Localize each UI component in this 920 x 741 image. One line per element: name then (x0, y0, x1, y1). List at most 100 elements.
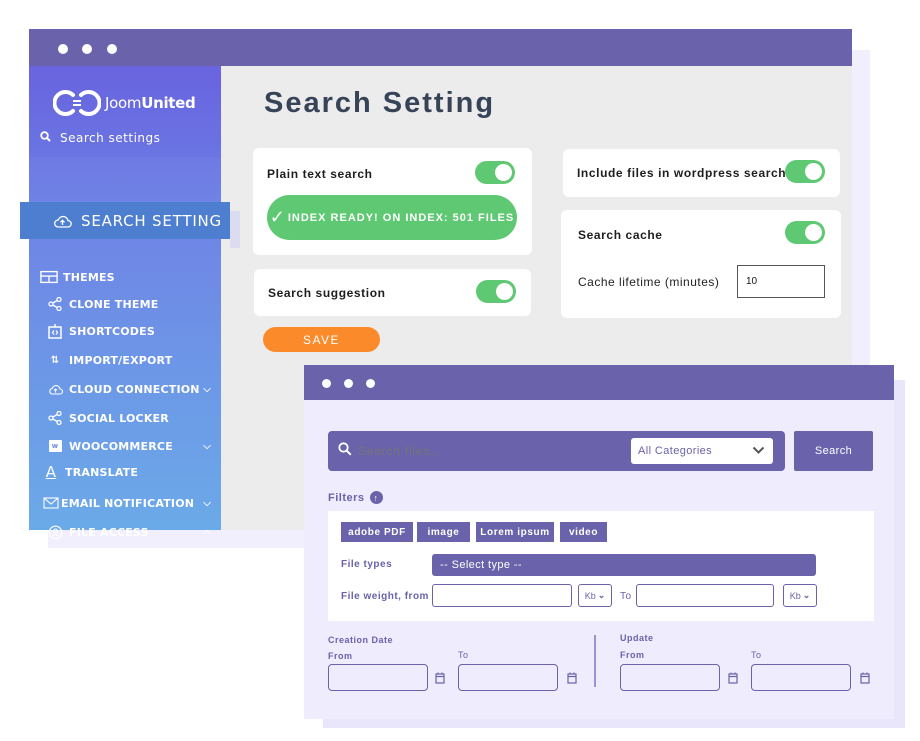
search-icon (40, 131, 51, 145)
sidebar-item-label: WOOCOMMERCE (69, 439, 173, 453)
share-icon (46, 411, 64, 425)
file-weight-from-unit[interactable]: Kb ⌄ (578, 584, 612, 607)
chevron-up-icon: ⌵ (203, 526, 211, 538)
joomunited-logo-icon (53, 90, 101, 116)
filter-panel: adobe PDF image Lorem ipsum video File t… (328, 511, 874, 621)
calendar-icon[interactable] (860, 671, 870, 689)
chevron-down-icon: ⌄ (597, 590, 606, 600)
calendar-icon[interactable] (435, 671, 445, 689)
file-types-select[interactable]: -- Select type -- (432, 554, 816, 576)
envelope-icon (42, 497, 60, 509)
sidebar-item-themes[interactable]: THEMES (29, 266, 221, 288)
file-weight-label: File weight, from (341, 591, 429, 602)
sidebar-item-cloud-connection[interactable]: CLOUD CONNECTION ⌵ (29, 378, 221, 400)
file-weight-from-input[interactable] (432, 584, 572, 607)
shortcode-icon (46, 323, 64, 339)
window-dot (344, 379, 353, 388)
save-button[interactable]: SAVE (263, 327, 380, 352)
settings-search-placeholder: Search settings (60, 131, 161, 145)
sidebar-item-label: IMPORT/EXPORT (69, 353, 173, 367)
brand-name-bold: United (141, 94, 196, 112)
cache-lifetime-input[interactable] (737, 265, 825, 298)
update-date-to-input[interactable] (751, 664, 851, 691)
search-suggestion-toggle[interactable] (476, 280, 516, 303)
sidebar-item-label: SEARCH SETTING (81, 211, 222, 230)
search-window: All Categories Search Filters ↑ adobe PD… (304, 365, 894, 719)
file-weight-to-input[interactable] (636, 584, 774, 607)
creation-date-to-input[interactable] (458, 664, 558, 691)
sidebar-item-label: THEMES (63, 270, 115, 284)
creation-date-from-label: From (328, 651, 353, 661)
search-cache-toggle[interactable] (785, 221, 825, 244)
sidebar-item-shortcodes[interactable]: SHORTCODES (29, 320, 221, 342)
include-wp-search-card: Include files in wordpress search (563, 149, 840, 197)
search-cache-label: Search cache (578, 228, 663, 242)
translate-icon: A (45, 463, 57, 481)
search-cache-card: Search cache Cache lifetime (minutes) (561, 210, 841, 318)
search-button[interactable]: Search (794, 431, 873, 471)
sidebar-item-woocommerce[interactable]: w WOOCOMMERCE ⌵ (29, 435, 221, 457)
settings-search[interactable]: Search settings (40, 131, 160, 145)
sidebar-item-social-locker[interactable]: SOCIAL LOCKER (29, 407, 221, 429)
creation-date-from-input[interactable] (328, 664, 428, 691)
filter-tag[interactable]: Lorem ipsum (476, 522, 554, 542)
filters-toggle[interactable]: Filters ↑ (328, 491, 383, 504)
window-dot (366, 379, 375, 388)
unit-value: Kb (789, 590, 801, 601)
brand-logo: JoomUnited (53, 86, 196, 120)
file-search-input[interactable] (358, 441, 618, 461)
sidebar-item-file-access[interactable]: FILE ACCESS ⌵ (29, 521, 221, 543)
file-search-bar: All Categories (328, 431, 785, 471)
include-wp-search-toggle[interactable] (785, 160, 825, 183)
import-export-icon: ⇅ (50, 354, 60, 366)
calendar-icon[interactable] (567, 671, 577, 689)
calendar-icon[interactable] (728, 671, 738, 689)
brand-name-light: Joom (105, 94, 142, 112)
search-suggestion-card: Search suggestion (254, 269, 531, 316)
include-wp-search-label: Include files in wordpress search (577, 166, 787, 180)
sidebar-item-search-setting[interactable]: SEARCH SETTING (20, 202, 230, 239)
window-dot (58, 44, 68, 54)
creation-date-title: Creation Date (328, 635, 394, 645)
file-weight-to-unit[interactable]: Kb ⌄ (783, 584, 817, 607)
layout-icon (40, 270, 58, 284)
update-date-from-input[interactable] (620, 664, 720, 691)
sidebar-item-clone-theme[interactable]: CLONE THEME (29, 293, 221, 315)
sidebar: JoomUnited Search settings MAIN SETTING … (29, 66, 221, 539)
search-icon (338, 442, 352, 461)
plain-text-search-card: Plain text search ✓ INDEX READY! ON INDE… (253, 148, 532, 255)
plain-text-search-toggle[interactable] (475, 161, 515, 184)
window-dot (107, 44, 117, 54)
unit-value: Kb (584, 590, 596, 601)
chevron-down-icon: ⌵ (203, 383, 211, 395)
window-dot (322, 379, 331, 388)
window-dot (82, 44, 92, 54)
chevron-down-icon (752, 443, 765, 460)
index-status-button[interactable]: ✓ INDEX READY! ON INDEX: 501 FILES (267, 195, 517, 240)
filter-tag[interactable]: image (417, 522, 470, 542)
sidebar-item-label: FILE ACCESS (69, 525, 149, 539)
sidebar-item-translate[interactable]: A TRANSLATE (29, 461, 221, 483)
brand-name: JoomUnited (105, 94, 196, 112)
category-select-value: All Categories (638, 445, 713, 457)
search-suggestion-label: Search suggestion (268, 286, 386, 300)
file-types-select-value: -- Select type -- (440, 559, 522, 571)
file-types-label: File types (341, 559, 393, 570)
cache-lifetime-label: Cache lifetime (minutes) (578, 275, 720, 289)
page-title: Search Setting (264, 87, 496, 119)
filters-label: Filters (328, 491, 365, 504)
creation-date-to-label: To (458, 650, 469, 660)
date-divider (594, 635, 596, 687)
cloud-icon (46, 384, 64, 395)
cloud-upload-icon (53, 214, 72, 228)
category-select[interactable]: All Categories (631, 438, 773, 464)
index-status-text: INDEX READY! ON INDEX: 501 FILES (287, 211, 515, 224)
sidebar-item-label: CLONE THEME (69, 297, 159, 311)
filter-tag[interactable]: adobe PDF (341, 522, 413, 542)
update-date-from-label: From (620, 650, 645, 660)
user-circle-icon (46, 525, 64, 540)
sidebar-item-email-notification[interactable]: EMAIL NOTIFICATION ⌵ (29, 492, 221, 514)
sidebar-item-label: SHORTCODES (69, 324, 155, 338)
filter-tag[interactable]: video (560, 522, 607, 542)
sidebar-item-import-export[interactable]: ⇅ IMPORT/EXPORT (29, 349, 221, 371)
